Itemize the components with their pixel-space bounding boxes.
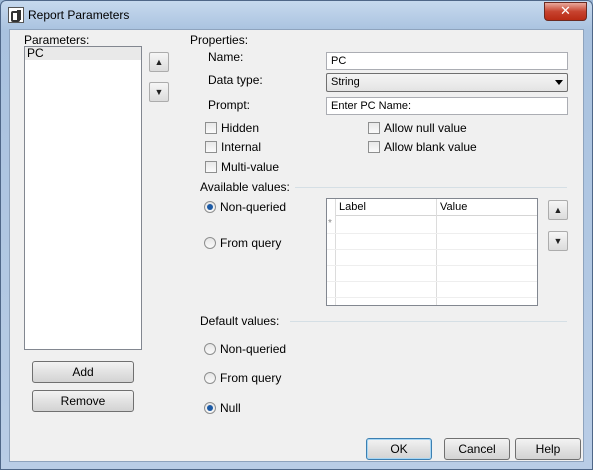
move-parameter-down-button[interactable]: ▼ <box>149 82 169 102</box>
allow-blank-checkbox[interactable] <box>368 141 380 153</box>
new-row-marker: * <box>328 218 332 229</box>
prompt-label: Prompt: <box>208 98 251 112</box>
available-non-queried-label: Non-queried <box>220 200 287 214</box>
available-from-query-label: From query <box>220 236 282 250</box>
chevron-down-icon <box>555 80 563 85</box>
add-parameter-button[interactable]: Add <box>32 361 134 383</box>
ok-button[interactable]: OK <box>366 438 432 460</box>
grid-row-line <box>327 249 537 250</box>
default-non-queried-radio[interactable] <box>204 343 216 355</box>
help-button[interactable]: Help <box>515 438 581 460</box>
data-type-value: String <box>331 76 360 88</box>
available-values-label: Available values: <box>200 180 290 194</box>
parameters-label: Parameters: <box>24 33 90 47</box>
name-field[interactable]: PC <box>326 52 568 70</box>
window-title: Report Parameters <box>28 8 130 22</box>
allow-null-checkbox[interactable] <box>368 122 380 134</box>
default-values-label: Default values: <box>200 314 280 328</box>
data-type-select[interactable]: String <box>326 73 568 92</box>
grid-row-line <box>327 265 537 266</box>
cancel-button[interactable]: Cancel <box>444 438 510 460</box>
parameter-list-item[interactable]: PC <box>25 47 141 60</box>
move-value-down-button[interactable]: ▼ <box>548 231 568 251</box>
parameters-list[interactable]: PC <box>24 46 142 350</box>
available-non-queried-radio[interactable] <box>204 201 216 213</box>
default-null-label: Null <box>220 401 241 415</box>
report-parameters-window: Report Parameters ✕ Parameters: PC ▲ ▼ A… <box>0 0 593 470</box>
grid-header-label[interactable]: Label <box>336 199 436 216</box>
close-button[interactable]: ✕ <box>544 2 587 21</box>
remove-parameter-button[interactable]: Remove <box>32 390 134 412</box>
default-null-radio[interactable] <box>204 402 216 414</box>
properties-label: Properties: <box>190 33 249 47</box>
move-value-up-button[interactable]: ▲ <box>548 200 568 220</box>
default-values-divider <box>290 321 567 322</box>
allow-blank-label: Allow blank value <box>384 140 477 154</box>
internal-checkbox[interactable] <box>205 141 217 153</box>
allow-null-label: Allow null value <box>384 121 467 135</box>
report-app-icon <box>8 7 24 23</box>
default-from-query-label: From query <box>220 371 282 385</box>
hidden-checkbox[interactable] <box>205 122 217 134</box>
internal-label: Internal <box>221 140 262 154</box>
default-from-query-radio[interactable] <box>204 372 216 384</box>
available-values-grid[interactable]: Label Value * <box>326 198 538 306</box>
title-bar[interactable]: Report Parameters ✕ <box>1 1 592 29</box>
default-non-queried-label: Non-queried <box>220 342 287 356</box>
multi-value-label: Multi-value <box>221 160 280 174</box>
grid-header-value[interactable]: Value <box>437 199 537 216</box>
multi-value-checkbox[interactable] <box>205 161 217 173</box>
grid-row-line <box>327 233 537 234</box>
data-type-label: Data type: <box>208 73 263 87</box>
move-parameter-up-button[interactable]: ▲ <box>149 52 169 72</box>
dialog-client-area: Parameters: PC ▲ ▼ Add Remove Properties… <box>9 29 584 462</box>
grid-row-line <box>327 297 537 298</box>
name-label: Name: <box>208 50 244 64</box>
available-values-divider <box>295 187 567 188</box>
available-from-query-radio[interactable] <box>204 237 216 249</box>
prompt-field[interactable]: Enter PC Name: <box>326 97 568 115</box>
hidden-label: Hidden <box>221 121 260 135</box>
grid-row-line <box>327 281 537 282</box>
